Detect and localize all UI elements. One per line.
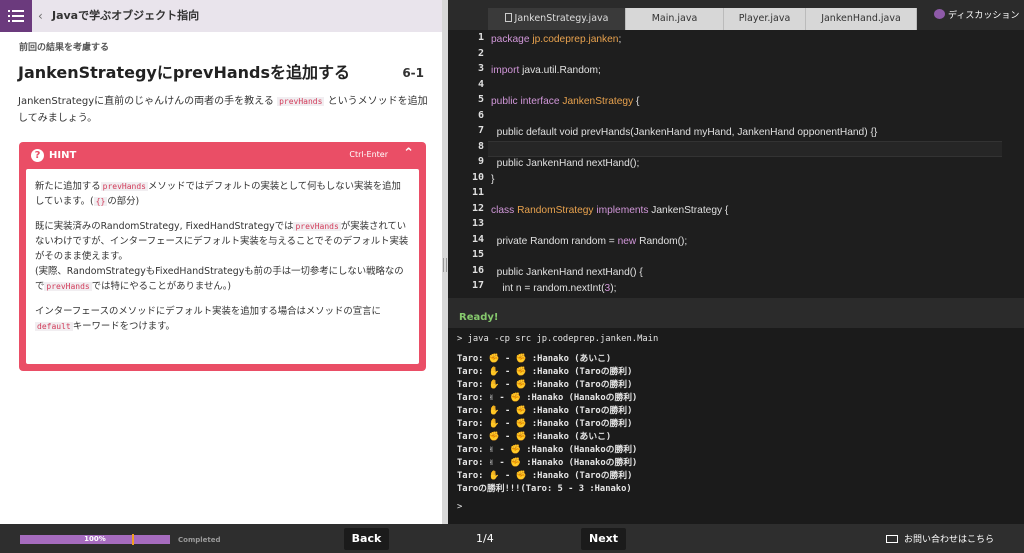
line-number: 8 xyxy=(477,140,484,152)
completed-label: Completed xyxy=(178,536,221,544)
page-indicator: 1/4 xyxy=(476,532,494,545)
code-line: public JankenHand nextHand() { xyxy=(491,267,643,278)
console-command: > java -cp src jp.codeprep.janken.Main xyxy=(457,334,659,344)
breadcrumb: 前回の結果を考慮する xyxy=(19,43,110,53)
code-area[interactable]: package jp.codeprep.janken; import java.… xyxy=(491,30,1024,298)
back-button[interactable]: Back xyxy=(344,528,389,550)
run-status: Ready! xyxy=(459,312,499,323)
line-number: 10 xyxy=(471,171,484,183)
discussion-button[interactable]: ディスカッション xyxy=(934,8,1019,24)
code-line: package jp.codeprep.janken; xyxy=(491,34,622,45)
lesson-intro: JankenStrategyに直前のじゃんけんの両者の手を教える prevHan… xyxy=(18,93,428,127)
editor-pane: JankenStrategy.java Main.java Player.jav… xyxy=(448,0,1024,524)
code-line: private Random random = new Random(); xyxy=(491,236,688,247)
progress-bar: 100% xyxy=(20,534,170,545)
line-number: 15 xyxy=(471,249,484,260)
hint-label: HINT xyxy=(49,150,77,161)
inline-code: prevHands xyxy=(277,97,325,106)
file-icon xyxy=(504,13,512,22)
next-button[interactable]: Next xyxy=(581,528,626,550)
line-number: 1 xyxy=(477,32,484,43)
question-icon: ? xyxy=(31,149,44,162)
code-line: import java.util.Random; xyxy=(491,65,601,76)
status-bar: Ready! xyxy=(448,308,1024,328)
page-title: JankenStrategyにprevHandsを追加する xyxy=(18,63,351,82)
menu-icon[interactable] xyxy=(0,0,32,32)
console-line: Taro: ✌ - ✊ :Hanako (Hanakoの勝利) xyxy=(457,445,638,455)
file-tabs: JankenStrategy.java Main.java Player.jav… xyxy=(448,0,1024,30)
line-number: 9 xyxy=(477,156,484,167)
console-prompt[interactable]: > xyxy=(457,502,462,512)
chat-bubble-icon xyxy=(934,9,945,19)
console-line: Taroの勝利!!!(Taro: 5 - 3 :Hanako) xyxy=(457,484,632,494)
line-number: 6 xyxy=(477,109,484,121)
contact-button[interactable]: お問い合わせはこちら xyxy=(886,532,994,548)
line-number: 12 xyxy=(471,202,484,214)
line-number: 4 xyxy=(477,78,484,90)
instruction-pane: ‹ Javaで学ぶオブジェクト指向 前回の結果を考慮する JankenStrat… xyxy=(0,0,442,524)
console-line: Taro: ✋ - ✊ :Hanako (Taroの勝利) xyxy=(457,471,633,481)
footer-bar: 100% Completed Back 1/4 Next お問い合わせはこちら xyxy=(0,524,1024,553)
code-line: } xyxy=(491,174,495,185)
line-number: 13 xyxy=(471,218,484,229)
hint-paragraph: 既に実装済みのRandomStrategy, FixedHandStrategy… xyxy=(35,221,409,292)
hint-header[interactable]: ? HINT Ctrl-Enter ⌃ xyxy=(19,142,426,168)
course-header: ‹ Javaで学ぶオブジェクト指向 xyxy=(0,0,442,32)
hint-paragraph: インターフェースのメソッドにデフォルト実装を追加する場合はメソッドの宣言にdef… xyxy=(35,306,381,332)
grip-icon xyxy=(443,258,447,272)
inline-code: prevHands xyxy=(293,222,341,231)
console-line: Taro: ✊ - ✊ :Hanako (あいこ) xyxy=(457,432,612,442)
line-gutter: 1 2 3 4 5 6 7 8 9 10 11 12 13 14 15 16 17 xyxy=(448,30,488,298)
tab-jankenhand[interactable]: JankenHand.java xyxy=(806,8,917,30)
code-line: public JankenHand nextHand(); xyxy=(491,158,640,169)
line-number: 2 xyxy=(477,47,484,59)
lesson-number: 6-1 xyxy=(402,66,424,80)
line-number: 3 xyxy=(477,63,484,74)
hint-paragraph: 新たに追加する prevHands メソッドではデフォルトの実装として何もしない実装… xyxy=(35,181,401,207)
line-number: 14 xyxy=(471,233,484,245)
line-number: 7 xyxy=(477,125,484,136)
tab-jankenstrategy[interactable]: JankenStrategy.java xyxy=(488,8,626,30)
console-line: Taro: ✋ - ✊ :Hanako (Taroの勝利) xyxy=(457,419,633,429)
code-line: class RandomStrategy implements JankenSt… xyxy=(491,205,729,216)
console-line: Taro: ✋ - ✊ :Hanako (Taroの勝利) xyxy=(457,406,633,416)
line-number: 5 xyxy=(477,94,484,105)
hint-shortcut: Ctrl-Enter xyxy=(349,150,388,159)
hint-panel: ? HINT Ctrl-Enter ⌃ 新たに追加する prevHands メソッド… xyxy=(19,142,426,371)
editor-console-divider[interactable] xyxy=(448,298,1024,308)
console-line: Taro: ✊ - ✊ :Hanako (あいこ) xyxy=(457,354,612,364)
console-line: Taro: ✋ - ✊ :Hanako (Taroの勝利) xyxy=(457,380,633,390)
progress-marker xyxy=(132,534,134,545)
code-line: public interface JankenStrategy { xyxy=(491,96,640,107)
mail-icon xyxy=(886,535,898,543)
chevron-left-icon[interactable]: ‹ xyxy=(38,8,43,24)
hint-body: 新たに追加する prevHands メソッドではデフォルトの実装として何もしない実装… xyxy=(26,169,419,364)
inline-code: prevHands xyxy=(44,282,92,291)
line-number: 11 xyxy=(471,187,484,198)
inline-code: default xyxy=(35,322,73,331)
code-line: int n = random.nextInt(3); xyxy=(491,283,617,294)
chevron-up-icon[interactable]: ⌃ xyxy=(403,146,414,161)
console-output[interactable]: > java -cp src jp.codeprep.janken.Main T… xyxy=(448,328,1024,524)
tab-main[interactable]: Main.java xyxy=(626,8,724,30)
progress-text: 100% xyxy=(84,535,106,543)
inline-code: prevHands xyxy=(100,182,148,191)
code-editor[interactable]: 1 2 3 4 5 6 7 8 9 10 11 12 13 14 15 16 17 package jp.cod… xyxy=(448,30,1024,298)
tab-player[interactable]: Player.java xyxy=(724,8,806,30)
console-line: Taro: ✋ - ✊ :Hanako (Taroの勝利) xyxy=(457,367,633,377)
console-line: Taro: ✌ - ✊ :Hanako (Hanakoの勝利) xyxy=(457,393,638,403)
line-number: 16 xyxy=(471,264,484,276)
intro-text: JankenStrategyに直前のじゃんけんの両者の手を教える xyxy=(18,96,274,107)
inline-code: {} xyxy=(93,197,108,206)
code-line: public default void prevHands(JankenHand… xyxy=(491,127,878,138)
line-number: 17 xyxy=(471,280,484,291)
course-title[interactable]: Javaで学ぶオブジェクト指向 xyxy=(52,8,199,24)
console-line: Taro: ✌ - ✊ :Hanako (Hanakoの勝利) xyxy=(457,458,638,468)
